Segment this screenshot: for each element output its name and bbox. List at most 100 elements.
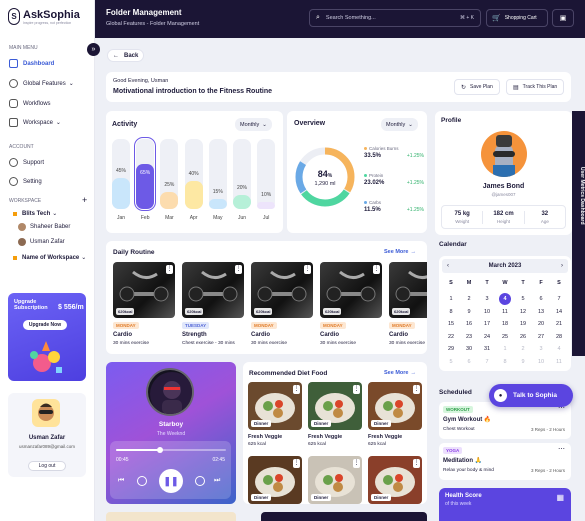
schedule-item[interactable]: WORKOUT ⋯ Gym Workout 🔥 Chest Workout 3 … [439, 402, 571, 439]
calendar-day[interactable]: 15 [442, 321, 460, 327]
calendar-day[interactable]: 9 [514, 359, 532, 365]
calendar-day[interactable]: 22 [442, 334, 460, 340]
workspace-item-blits-tech[interactable]: Blits Tech ⌄ [13, 210, 57, 217]
sidebar-item-workflows[interactable]: Workflows [9, 99, 51, 108]
overview-period-select[interactable]: Monthly ⌄ [381, 118, 418, 131]
sidebar-item-global-features[interactable]: Global Features ⌄ [9, 79, 74, 88]
routine-see-more-link[interactable]: See More → [384, 249, 416, 255]
calendar-day[interactable]: 3 [532, 346, 550, 352]
calendar-day[interactable]: 6 [460, 359, 478, 365]
calendar-day[interactable]: 5 [514, 296, 532, 302]
previous-icon[interactable]: ⏮ [118, 477, 124, 485]
health-score-card[interactable]: Health Score of this week ▦ [439, 488, 571, 521]
bar-column-mar[interactable]: 25% [160, 139, 179, 209]
calendar-day[interactable]: 4 [550, 346, 568, 352]
brand-logo[interactable]: S AskSophia Inspire progress, not perfec… [8, 8, 80, 25]
diet-item[interactable]: ⋮ Dinner Fresh Veggie 625 kcal [368, 382, 422, 452]
track-plan-button[interactable]: ▤ Track This Plan [506, 79, 565, 95]
routine-item[interactable]: ⋮ 620kcal MONDAY Cardio 30 mins exercise [389, 262, 427, 352]
sidebar-item-support[interactable]: Support [9, 158, 44, 167]
calendar-day[interactable]: 14 [550, 309, 568, 315]
diet-item[interactable]: ⋮ Dinner [368, 456, 422, 504]
calendar-day[interactable]: 24 [478, 334, 496, 340]
calendar-day[interactable]: 29 [442, 346, 460, 352]
bar-column-feb[interactable]: 65% [134, 137, 157, 211]
calendar-day[interactable]: 1 [496, 346, 514, 352]
workspace-item-name[interactable]: Name of Workspace ⌄ [13, 254, 86, 261]
calendar-day[interactable]: 25 [496, 334, 514, 340]
forward-icon[interactable] [195, 476, 205, 486]
bar-column-may[interactable]: 15% [208, 139, 227, 209]
more-options-icon[interactable]: ⋮ [293, 385, 300, 394]
logout-button[interactable]: Log out [28, 461, 66, 471]
pause-button[interactable]: ❚❚ [159, 469, 183, 493]
calendar-day[interactable]: 1 [442, 296, 460, 302]
diet-item[interactable]: ⋮ Dinner Fresh Veggie 625 kcal [248, 382, 302, 452]
calendar-day[interactable]: 18 [496, 321, 514, 327]
schedule-item[interactable]: YOGA ⋯ Meditation 🙏 Relax your body & mi… [439, 443, 571, 480]
calendar-day[interactable]: 21 [550, 321, 568, 327]
calendar-day[interactable]: 27 [532, 334, 550, 340]
bar-column-jun[interactable]: 20% [233, 139, 251, 209]
progress-track[interactable] [116, 447, 226, 453]
more-options-icon[interactable]: ⋯ [558, 445, 565, 453]
chevron-left-icon[interactable]: ‹ [447, 263, 449, 269]
more-options-icon[interactable]: ⋮ [413, 385, 420, 394]
activity-period-select[interactable]: Monthly ⌄ [235, 118, 272, 131]
bar-column-jul[interactable]: 10% [257, 139, 276, 209]
diet-item[interactable]: ⋮ Dinner Fresh Veggie 625 kcal [308, 382, 362, 452]
calendar-day[interactable]: 17 [478, 321, 496, 327]
calendar-day[interactable]: 20 [532, 321, 550, 327]
calendar-day[interactable]: 11 [550, 359, 568, 365]
back-button[interactable]: ← Back [107, 49, 144, 62]
rewind-icon[interactable] [137, 476, 147, 486]
calendar-day[interactable]: 5 [442, 359, 460, 365]
sidebar-item-dashboard[interactable]: Dashboard [9, 59, 54, 68]
talk-to-sophia-button[interactable]: ● Talk to Sophia [489, 384, 573, 407]
bar-column-jan[interactable]: 45% [112, 139, 130, 209]
save-plan-button[interactable]: ↻ Save Plan [454, 79, 500, 95]
workspace-member-shaheer[interactable]: Shaheer Baber [18, 223, 70, 231]
upgrade-button[interactable]: Upgrade Now [23, 320, 67, 330]
more-options-icon[interactable]: ⋮ [166, 265, 173, 274]
diet-item[interactable]: ⋮ Dinner [248, 456, 302, 504]
calendar-day[interactable]: 7 [478, 359, 496, 365]
calendar-day[interactable]: 12 [514, 309, 532, 315]
sidebar-item-workspace[interactable]: Workspace ⌄ [9, 118, 61, 127]
routine-item[interactable]: ⋮ 620kcal TUESDAY Strength Chest exercis… [182, 262, 244, 352]
search-input[interactable]: ⌕ Search Something... ⌘ + K [309, 9, 481, 27]
user-metrics-side-tab[interactable]: User Metrics Dashboard [572, 111, 585, 356]
calendar-day[interactable]: 9 [460, 309, 478, 315]
more-options-icon[interactable]: ⋮ [353, 459, 360, 468]
calendar-day[interactable]: 11 [496, 309, 514, 315]
calendar-day[interactable]: 31 [478, 346, 496, 352]
calendar-day[interactable]: 2 [514, 346, 532, 352]
progress-knob[interactable] [157, 447, 163, 453]
calendar-day[interactable]: 30 [460, 346, 478, 352]
sidebar-item-setting[interactable]: Setting [9, 177, 42, 186]
calendar-day[interactable]: 4 [496, 293, 514, 306]
calendar-day[interactable]: 6 [532, 296, 550, 302]
workspace-member-usman[interactable]: Usman Zafar [18, 238, 65, 246]
calendar-day[interactable]: 23 [460, 334, 478, 340]
calendar-day[interactable]: 26 [514, 334, 532, 340]
more-options-icon[interactable]: ⋮ [293, 459, 300, 468]
more-options-icon[interactable]: ⋮ [413, 459, 420, 468]
more-options-icon[interactable]: ⋮ [304, 265, 311, 274]
routine-item[interactable]: ⋮ 620kcal MONDAY Cardio 30 mins exercise [320, 262, 382, 352]
calendar-day[interactable]: 8 [442, 309, 460, 315]
more-options-icon[interactable]: ⋮ [373, 265, 380, 274]
calendar-day[interactable]: 28 [550, 334, 568, 340]
calendar-day[interactable]: 3 [478, 296, 496, 302]
next-icon[interactable]: ⏭ [214, 477, 220, 485]
diet-see-more-link[interactable]: See More → [384, 370, 416, 376]
collapse-sidebar-icon[interactable]: » [87, 43, 100, 56]
calendar-day[interactable]: 2 [460, 296, 478, 302]
calendar-day[interactable]: 10 [532, 359, 550, 365]
shopping-cart-button[interactable]: 🛒 Shopping Cart [486, 9, 548, 27]
calendar-day[interactable]: 8 [496, 359, 514, 365]
calendar-day[interactable]: 7 [550, 296, 568, 302]
bar-column-apr[interactable]: 40% [184, 139, 203, 209]
routine-item[interactable]: ⋮ 620kcal MONDAY Cardio 30 mins exercise [251, 262, 313, 352]
routine-item[interactable]: ⋮ 620kcal MONDAY Cardio 30 mins exercise [113, 262, 175, 352]
